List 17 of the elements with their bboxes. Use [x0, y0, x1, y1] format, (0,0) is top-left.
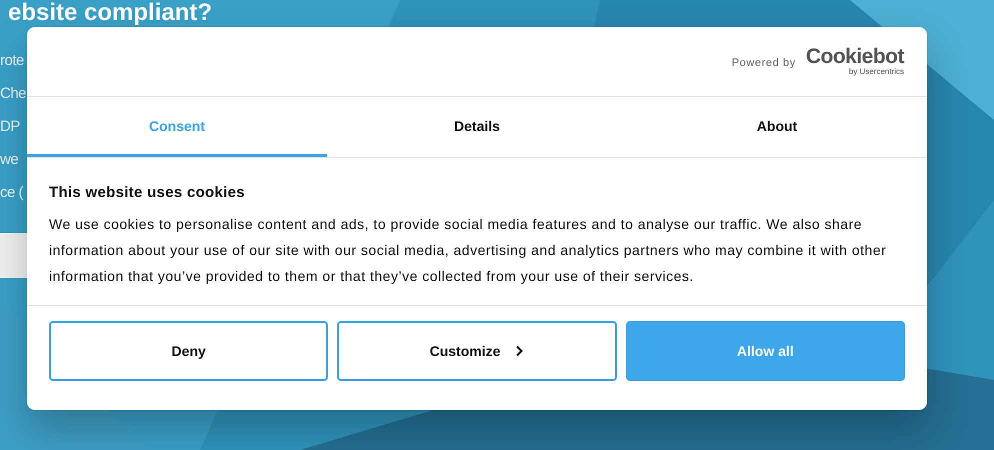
hero-text: Che: [0, 84, 26, 104]
hero-text: ce (: [0, 183, 24, 203]
hero-heading: ebsite compliant?: [8, 0, 212, 26]
tab[interactable]: About: [627, 97, 927, 157]
brand-logo: Cookiebot: [806, 47, 904, 67]
tab[interactable]: Details: [327, 97, 627, 157]
hero-text: we: [0, 150, 18, 170]
chevron-right-icon: [514, 345, 524, 357]
hero-text: rote: [0, 51, 24, 71]
hero-text: DP: [0, 117, 20, 137]
customize-button[interactable]: Customize: [337, 321, 617, 381]
dialog-text: We use cookies to personalise content and ads, to provide social media features and to analyse our traffic. We also share information about your use of our site with our social media, advertising and analytics partners who may combine it with other information that you’ve provided to them or that they’ve collected from your use of their services.: [49, 215, 888, 286]
hero-button[interactable]: [0, 233, 27, 278]
dialog-title: This website uses cookies: [49, 184, 246, 201]
deny-button[interactable]: Deny: [49, 321, 328, 381]
brand-subtitle: by Usercentrics: [848, 67, 904, 76]
powered-by-label: Powered by: [732, 56, 796, 68]
